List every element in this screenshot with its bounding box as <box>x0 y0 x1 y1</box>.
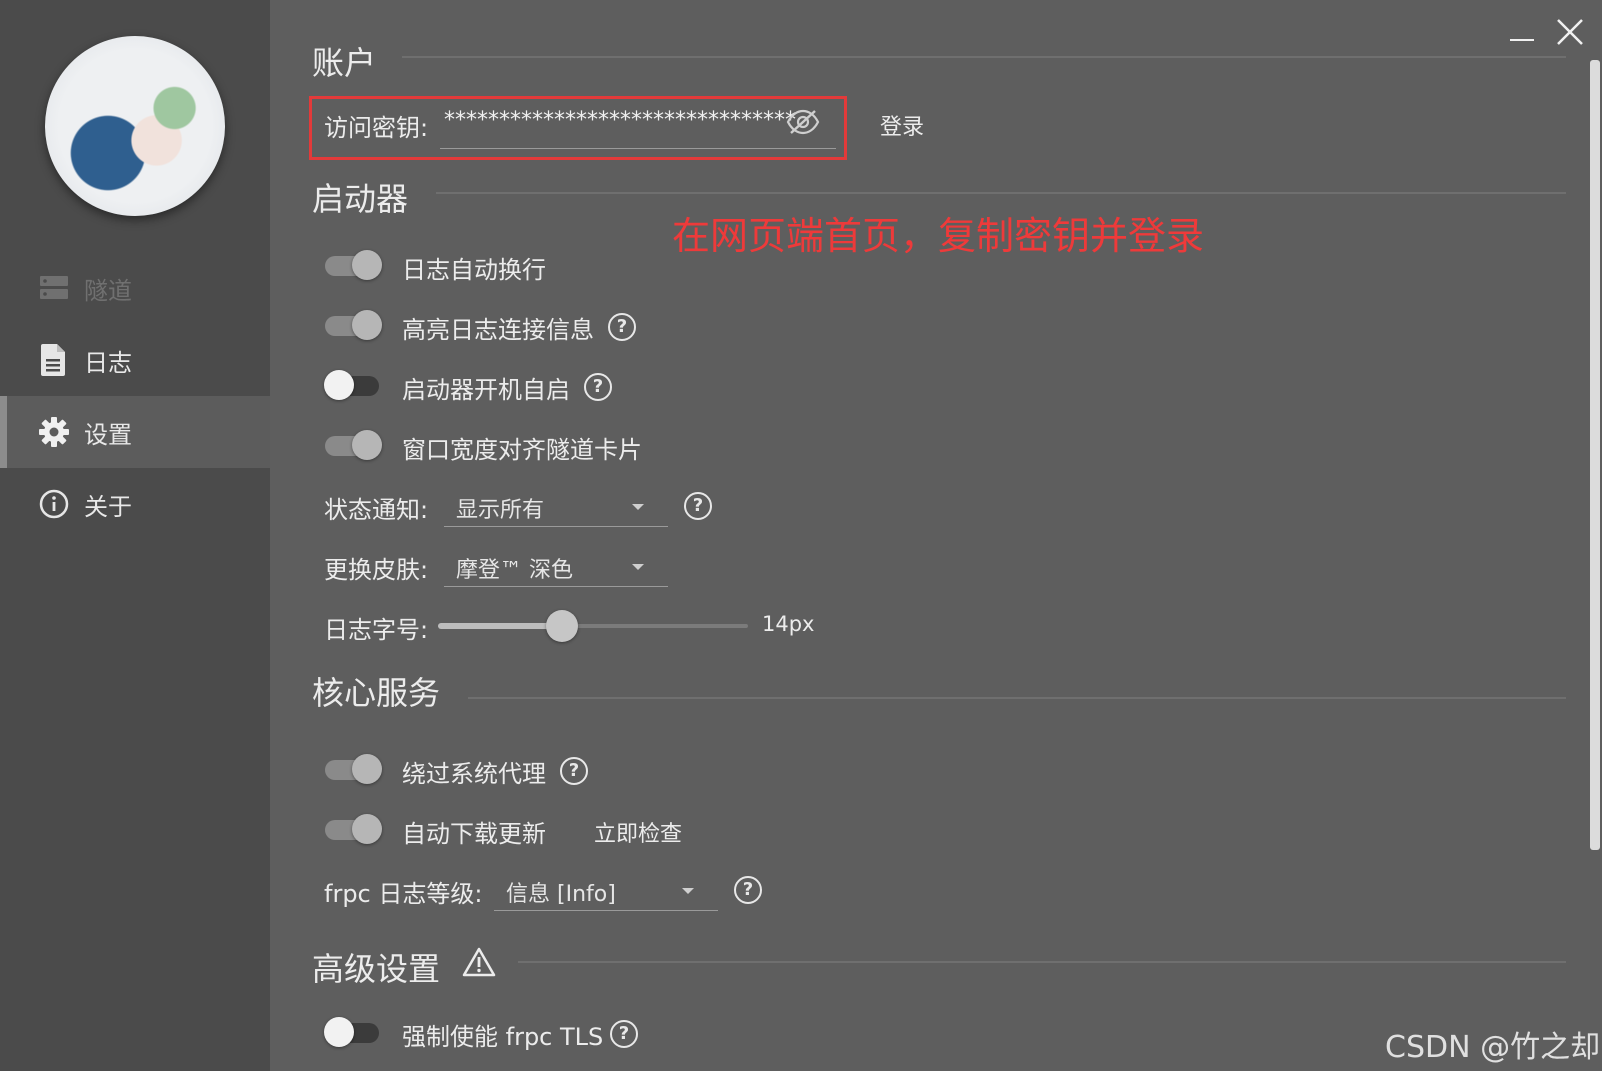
select-value: 显示所有 <box>456 498 545 523</box>
skin-select[interactable]: 摩登™ 深色 <box>444 546 668 587</box>
eye-off-icon <box>786 109 820 135</box>
font-size-label: 日志字号: <box>324 616 429 644</box>
watermark: CSDN @竹之却 <box>1385 1030 1601 1065</box>
help-icon[interactable]: ? <box>560 757 588 785</box>
chevron-down-icon <box>632 564 644 570</box>
access-key-value: ******************************** <box>444 108 796 133</box>
toggle-label: 强制使能 frpc TLS <box>402 1023 604 1051</box>
status-notify-label: 状态通知: <box>324 496 429 524</box>
toggle-label: 窗口宽度对齐隧道卡片 <box>402 436 642 464</box>
help-icon[interactable]: ? <box>734 876 762 904</box>
divider <box>468 697 1566 699</box>
access-key-field[interactable]: ******************************** <box>440 100 836 149</box>
help-icon[interactable]: ? <box>608 313 636 341</box>
help-icon[interactable]: ? <box>584 373 612 401</box>
chevron-down-icon <box>632 504 644 510</box>
section-title-core: 核心服务 <box>312 674 441 712</box>
divider <box>518 961 1566 963</box>
toggle-label: 绕过系统代理 <box>402 760 546 788</box>
login-button[interactable]: 登录 <box>880 109 924 141</box>
skin-label: 更换皮肤: <box>324 556 429 584</box>
check-update-button[interactable]: 立即检查 <box>594 816 682 848</box>
help-icon[interactable]: ? <box>684 492 712 520</box>
sidebar-item-logs[interactable]: 日志 <box>0 324 270 396</box>
toggle-label: 日志自动换行 <box>402 256 546 284</box>
toggle-autostart[interactable] <box>324 370 379 400</box>
sidebar: 隧道 日志 设置 关于 <box>0 0 270 1071</box>
minimize-icon <box>1510 39 1534 41</box>
warning-icon <box>462 946 496 982</box>
slider-handle[interactable] <box>546 610 578 642</box>
frpc-log-level-select[interactable]: 信息 [Info] <box>494 870 718 911</box>
toggle-label: 自动下载更新 <box>402 820 546 848</box>
toggle-auto-update[interactable] <box>325 814 382 844</box>
chevron-down-icon <box>682 888 694 894</box>
divider <box>402 56 1566 58</box>
avatar <box>45 36 225 216</box>
toggle-bypass-proxy[interactable] <box>325 754 382 784</box>
access-key-label: 访问密钥: <box>324 114 429 142</box>
select-value: 摩登™ 深色 <box>456 558 573 583</box>
toggle-force-tls[interactable] <box>324 1017 379 1047</box>
font-size-value: 14px <box>762 612 815 636</box>
document-icon <box>38 344 70 376</box>
sidebar-item-label: 隧道 <box>84 276 132 305</box>
scrollbar[interactable] <box>1590 60 1600 850</box>
toggle-label: 启动器开机自启 <box>402 376 570 404</box>
help-icon[interactable]: ? <box>610 1020 638 1048</box>
annotation-text: 在网页端首页，复制密钥并登录 <box>672 214 1205 258</box>
sidebar-item-tunnels[interactable]: 隧道 <box>0 252 270 324</box>
close-button[interactable] <box>1556 18 1584 50</box>
section-title-advanced: 高级设置 <box>312 950 441 988</box>
server-icon <box>38 272 70 304</box>
close-icon <box>1557 19 1583 45</box>
status-notify-select[interactable]: 显示所有 <box>444 486 668 527</box>
sidebar-item-settings[interactable]: 设置 <box>0 396 270 468</box>
frpc-log-level-label: frpc 日志等级: <box>324 880 483 908</box>
toggle-log-wrap[interactable] <box>325 250 382 280</box>
sidebar-item-label: 日志 <box>84 348 132 377</box>
sidebar-item-label: 设置 <box>84 420 132 449</box>
toggle-highlight-log[interactable] <box>325 310 382 340</box>
toggle-label: 高亮日志连接信息 <box>402 316 594 344</box>
sidebar-item-label: 关于 <box>84 492 132 521</box>
section-title-launcher: 启动器 <box>312 180 409 218</box>
minimize-button[interactable] <box>1510 28 1536 47</box>
select-value: 信息 [Info] <box>506 882 616 907</box>
sidebar-item-about[interactable]: 关于 <box>0 468 270 540</box>
section-title-account: 账户 <box>312 44 377 82</box>
font-size-slider[interactable] <box>438 610 748 642</box>
toggle-visibility-button[interactable] <box>786 108 820 140</box>
gear-icon <box>38 416 70 448</box>
divider <box>436 192 1566 194</box>
toggle-window-width[interactable] <box>325 430 382 460</box>
info-icon <box>38 488 70 520</box>
